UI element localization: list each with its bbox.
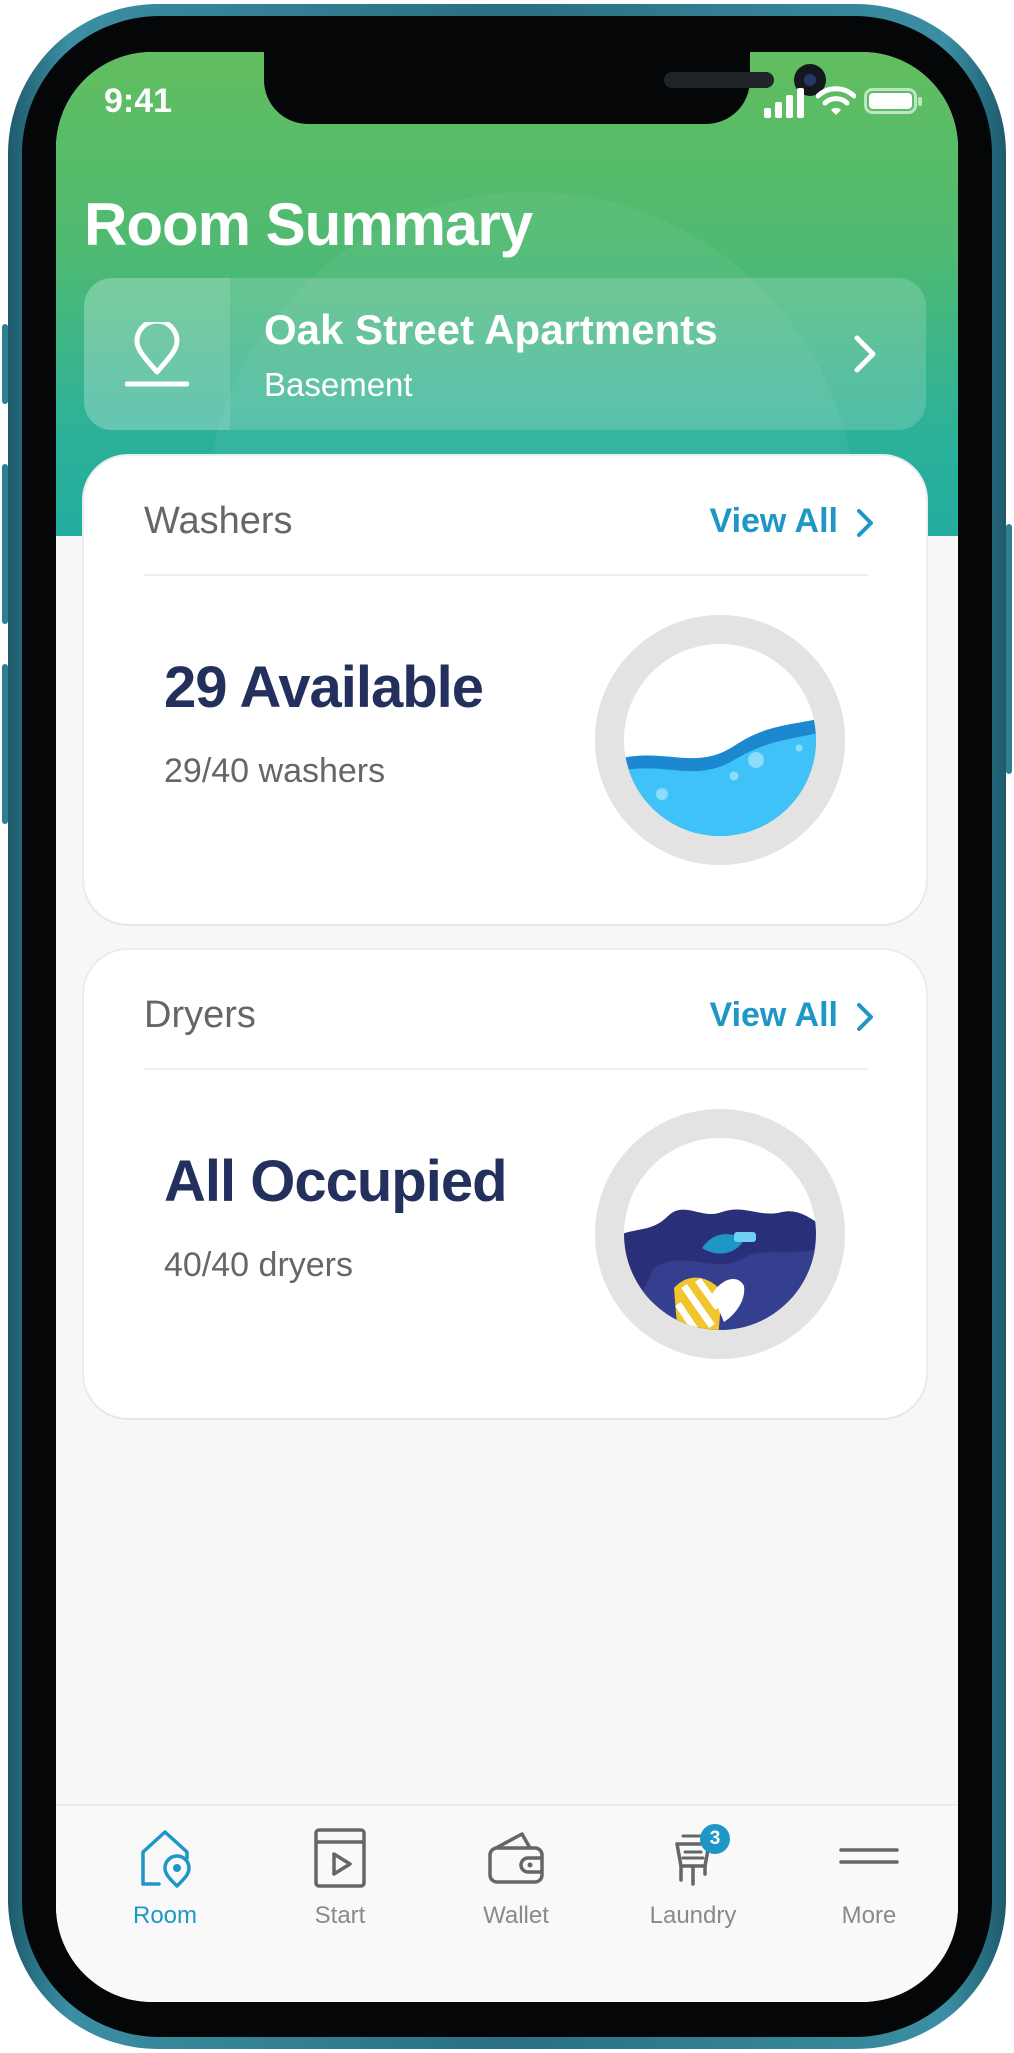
washers-ratio: 29/40 washers: [164, 752, 386, 790]
dryers-ratio: 40/40 dryers: [164, 1246, 353, 1284]
house-pin-icon: [141, 1830, 191, 1888]
dryers-status: All Occupied: [164, 1149, 508, 1214]
side-button: [2, 464, 8, 624]
signal-icon: [764, 88, 804, 118]
side-button: [2, 664, 8, 824]
tab-label: Start: [314, 1902, 366, 1929]
app-screen: 9:41 Room Summary Oak Street Apartments: [56, 52, 958, 2002]
wifi-icon: [816, 86, 856, 115]
menu-icon: [839, 1848, 899, 1864]
speaker: [664, 72, 774, 88]
tab-start[interactable]: Start: [265, 1806, 415, 2002]
status-time: 9:41: [104, 82, 173, 120]
chevron-right-icon: [857, 509, 873, 537]
chevron-right-icon: [854, 335, 876, 373]
location-pin-icon: [125, 322, 189, 387]
side-button: [2, 324, 8, 404]
tab-laundry[interactable]: 3 Laundry: [618, 1806, 768, 2002]
status-icons: [764, 86, 924, 122]
washers-title: Washers: [144, 500, 293, 542]
location-area: Basement: [264, 366, 413, 403]
washers-view-all-link[interactable]: View All: [674, 502, 874, 546]
card-divider: [144, 1068, 868, 1070]
location-selector[interactable]: Oak Street Apartments Basement: [84, 278, 926, 430]
side-button: [1006, 524, 1012, 774]
laundry-badge: 3: [700, 1824, 730, 1854]
view-all-label: View All: [709, 996, 839, 1034]
tab-label: Laundry: [649, 1902, 737, 1929]
card-divider: [144, 574, 868, 576]
machine-play-icon: [314, 1828, 366, 1888]
battery-icon: [864, 88, 922, 114]
dryers-view-all-link[interactable]: View All: [674, 996, 874, 1040]
view-all-label: View All: [709, 502, 839, 540]
location-name: Oak Street Apartments: [264, 306, 718, 353]
washers-available-count: 29 Available: [164, 655, 484, 720]
tab-label: Room: [132, 1902, 198, 1929]
tab-more[interactable]: More: [794, 1806, 944, 2002]
bottom-tab-bar: Room Start Wallet 3 Laundry More: [56, 1804, 958, 2002]
washers-card: Washers View All 29 Available 29/40 wash…: [84, 456, 926, 924]
notch: [264, 52, 826, 124]
page-title: Room Summary: [84, 191, 533, 258]
dryers-title: Dryers: [144, 994, 256, 1036]
location-icon-box: [84, 278, 230, 430]
tab-label: Wallet: [483, 1902, 549, 1929]
tab-label: More: [841, 1902, 897, 1929]
tab-wallet[interactable]: Wallet: [441, 1806, 591, 2002]
dryers-card: Dryers View All All Occupied 40/40 dryer…: [84, 950, 926, 1418]
tab-room[interactable]: Room: [90, 1806, 240, 2002]
washer-drum-icon: [595, 615, 845, 865]
wallet-icon: [488, 1832, 544, 1884]
chevron-right-icon: [857, 1003, 873, 1031]
dryer-drum-icon: [595, 1109, 845, 1359]
